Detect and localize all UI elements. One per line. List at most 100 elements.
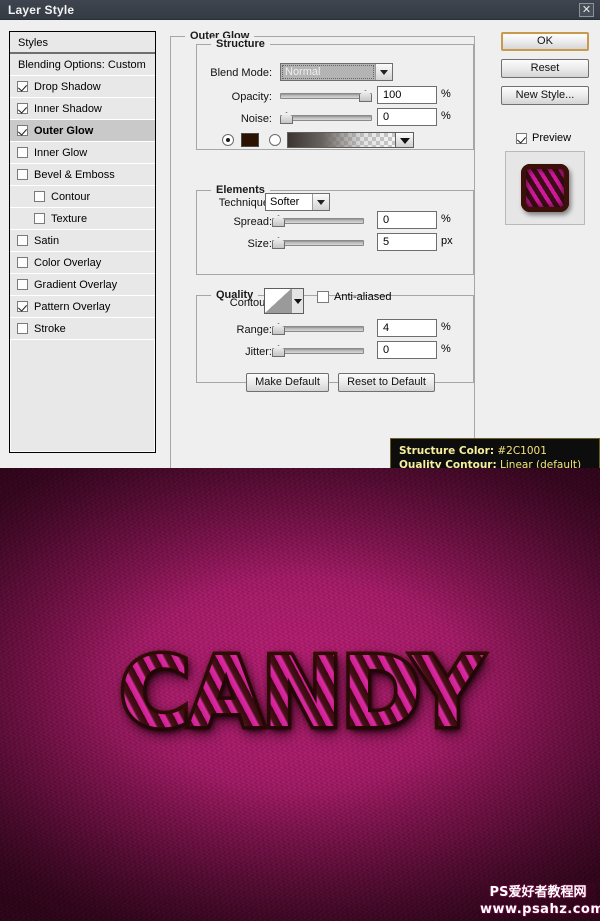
styles-list-header: Styles <box>10 32 155 54</box>
chevron-down-icon[interactable] <box>312 194 329 210</box>
jitter-slider-track[interactable] <box>272 348 364 354</box>
noise-input[interactable]: 0 <box>377 108 437 126</box>
range-input[interactable]: 4 <box>377 319 437 337</box>
checkbox-anti-aliased[interactable] <box>317 291 329 303</box>
reset-to-default-button[interactable]: Reset to Default <box>338 373 435 392</box>
blending-options-item[interactable]: Blending Options: Custom <box>10 54 155 76</box>
style-item-gradient-overlay[interactable]: Gradient Overlay <box>10 274 155 296</box>
preview-option[interactable]: Preview <box>516 132 571 144</box>
checkbox-inner-glow[interactable] <box>17 147 28 158</box>
size-slider-track[interactable] <box>272 240 364 246</box>
checkbox-outer-glow[interactable] <box>17 125 28 136</box>
range-slider-track[interactable] <box>272 326 364 332</box>
structure-legend: Structure <box>211 38 270 50</box>
window-title: Layer Style <box>8 3 75 17</box>
new-style-button[interactable]: New Style... <box>501 86 589 105</box>
style-item-contour[interactable]: Contour <box>10 186 155 208</box>
glow-color-swatch[interactable] <box>241 133 259 147</box>
layer-style-dialog: Styles Blending Options: Custom Drop Sha… <box>0 20 600 478</box>
style-item-color-overlay[interactable]: Color Overlay <box>10 252 155 274</box>
spread-unit: % <box>441 213 451 225</box>
checkbox-satin[interactable] <box>17 235 28 246</box>
artwork-vignette <box>0 468 600 921</box>
technique-select[interactable]: Softer <box>265 193 330 211</box>
checkbox-inner-shadow[interactable] <box>17 103 28 114</box>
spread-input[interactable]: 0 <box>377 211 437 229</box>
checkbox-texture[interactable] <box>34 213 45 224</box>
opacity-slider[interactable] <box>280 89 372 103</box>
glow-gradient-picker[interactable] <box>287 132 414 148</box>
make-default-button[interactable]: Make Default <box>246 373 329 392</box>
style-item-stroke[interactable]: Stroke <box>10 318 155 340</box>
checkbox-pattern-overlay[interactable] <box>17 301 28 312</box>
style-item-label: Drop Shadow <box>34 80 101 93</box>
style-item-drop-shadow[interactable]: Drop Shadow <box>10 76 155 98</box>
style-item-bevel-emboss[interactable]: Bevel & Emboss <box>10 164 155 186</box>
chevron-down-icon[interactable] <box>395 133 413 147</box>
reset-button[interactable]: Reset <box>501 59 589 78</box>
window-titlebar: Layer Style ✕ <box>0 0 600 20</box>
noise-slider-track[interactable] <box>280 115 372 121</box>
tooltip-line-1-value: #2C1001 <box>497 445 547 457</box>
artwork-canvas: CANDY CANDY PS爱好者教程网 www.psahz.com <box>0 468 600 921</box>
style-preview-panel <box>505 151 585 225</box>
style-item-pattern-overlay[interactable]: Pattern Overlay <box>10 296 155 318</box>
range-label: Range: <box>236 324 272 336</box>
checkbox-gradient-overlay[interactable] <box>17 279 28 290</box>
tooltip-line-1: Structure Color: #2C1001 <box>399 444 591 458</box>
checkbox-bevel-emboss[interactable] <box>17 169 28 180</box>
opacity-slider-track[interactable] <box>280 93 372 99</box>
style-item-satin[interactable]: Satin <box>10 230 155 252</box>
style-item-inner-shadow[interactable]: Inner Shadow <box>10 98 155 120</box>
jitter-input[interactable]: 0 <box>377 341 437 359</box>
anti-aliased-option[interactable]: Anti-aliased <box>317 291 391 303</box>
technique-label: Technique: <box>218 197 272 209</box>
chevron-down-icon[interactable] <box>291 289 303 313</box>
style-item-label: Gradient Overlay <box>34 278 118 291</box>
size-slider[interactable] <box>272 236 364 250</box>
style-item-label: Stroke <box>34 322 66 335</box>
jitter-slider[interactable] <box>272 344 364 358</box>
style-item-label: Inner Glow <box>34 146 88 159</box>
size-label: Size: <box>247 238 272 250</box>
size-unit: px <box>441 235 453 247</box>
size-slider-thumb[interactable] <box>272 237 285 249</box>
elements-legend: Elements <box>211 184 270 196</box>
checkbox-stroke[interactable] <box>17 323 28 334</box>
style-item-outer-glow[interactable]: Outer Glow <box>10 120 155 142</box>
noise-label: Noise: <box>240 113 272 125</box>
glow-gradient-radio[interactable] <box>269 134 281 146</box>
spread-slider-track[interactable] <box>272 218 364 224</box>
checkbox-preview[interactable] <box>516 132 527 144</box>
opacity-input[interactable]: 100 <box>377 86 437 104</box>
spread-slider-thumb[interactable] <box>272 215 285 227</box>
opacity-slider-thumb[interactable] <box>359 90 372 102</box>
contour-label: Contour: <box>229 297 272 309</box>
checkbox-color-overlay[interactable] <box>17 257 28 268</box>
noise-slider-thumb[interactable] <box>280 112 293 124</box>
jitter-unit: % <box>441 343 451 355</box>
spread-label: Spread: <box>233 216 272 228</box>
chevron-down-icon[interactable] <box>375 64 392 80</box>
style-item-texture[interactable]: Texture <box>10 208 155 230</box>
range-slider[interactable] <box>272 322 364 336</box>
watermark-line-1: PS爱好者教程网 <box>489 885 587 900</box>
size-input[interactable]: 5 <box>377 233 437 251</box>
style-item-label: Bevel & Emboss <box>34 168 115 181</box>
style-item-label: Pattern Overlay <box>34 300 111 313</box>
watermark-line-2: www.psahz.com <box>480 902 600 917</box>
close-icon[interactable]: ✕ <box>579 3 594 17</box>
blend-mode-select[interactable]: Normal <box>280 63 393 81</box>
app-root: Layer Style ✕ Styles Blending Options: C… <box>0 0 600 921</box>
ok-button[interactable]: OK <box>501 32 589 51</box>
checkbox-drop-shadow[interactable] <box>17 81 28 92</box>
contour-preset-picker[interactable] <box>264 288 304 314</box>
range-slider-thumb[interactable] <box>272 323 285 335</box>
style-item-inner-glow[interactable]: Inner Glow <box>10 142 155 164</box>
noise-unit: % <box>441 110 451 122</box>
glow-color-radio[interactable] <box>222 134 234 146</box>
noise-slider[interactable] <box>280 111 372 125</box>
checkbox-contour[interactable] <box>34 191 45 202</box>
spread-slider[interactable] <box>272 214 364 228</box>
jitter-slider-thumb[interactable] <box>272 345 285 357</box>
